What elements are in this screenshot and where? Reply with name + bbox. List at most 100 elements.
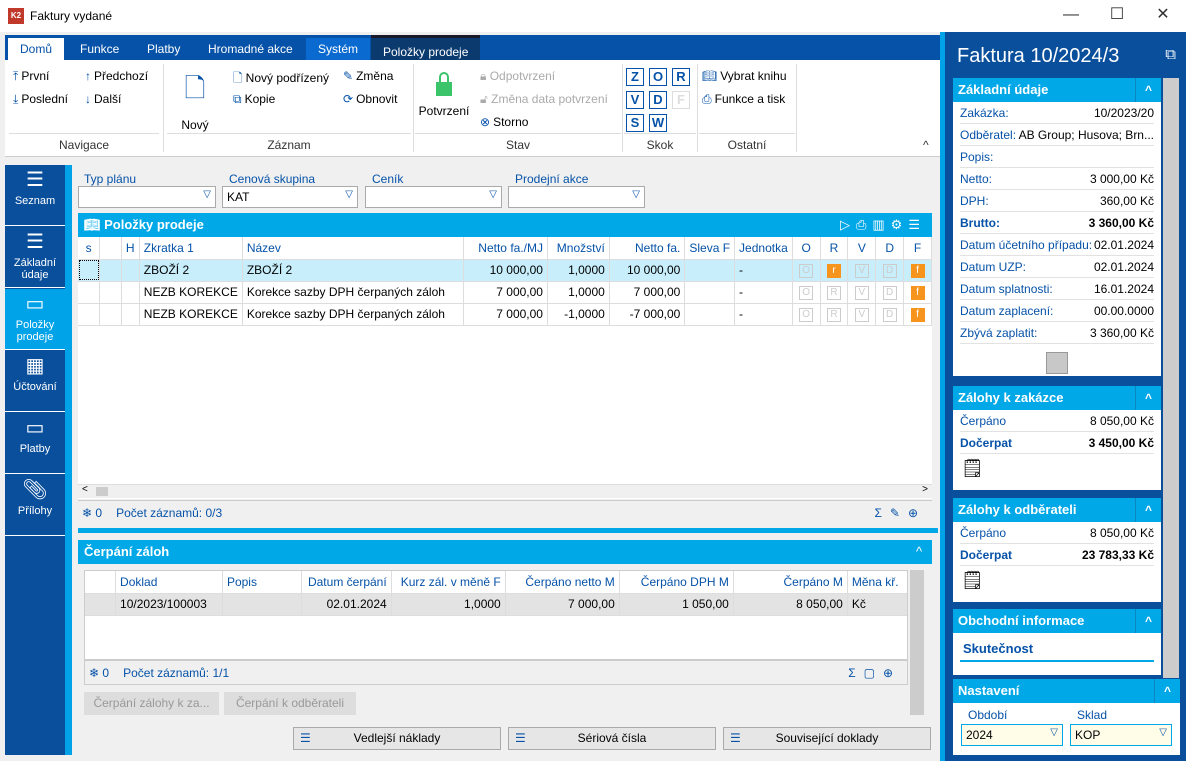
flag-0[interactable]: O bbox=[799, 286, 814, 300]
flag-1[interactable]: R bbox=[826, 308, 841, 322]
jump-z-button[interactable]: Z bbox=[626, 68, 644, 86]
close-button[interactable]: ✕ bbox=[1140, 4, 1186, 28]
confirm-button[interactable]: Potvrzení bbox=[417, 72, 471, 118]
chevron-up-icon[interactable]: ^ bbox=[1135, 386, 1161, 410]
related-documents-button[interactable]: ☰ Související doklady bbox=[723, 727, 931, 750]
tab-hromadne-akce[interactable]: Hromadné akce bbox=[196, 38, 305, 60]
right-panel-scrollbar[interactable] bbox=[1163, 78, 1179, 678]
advance-coins-icon[interactable]: 🗒︎ bbox=[961, 570, 1153, 591]
jump-v-button[interactable]: V bbox=[626, 91, 644, 109]
next-button[interactable]: ↓ Další bbox=[85, 92, 121, 106]
column-header[interactable] bbox=[99, 237, 122, 260]
cenova-skupina-select[interactable]: KAT ▽ bbox=[222, 186, 358, 208]
flag-4[interactable]: f bbox=[910, 308, 925, 322]
flag-0[interactable]: O bbox=[799, 308, 814, 322]
column-header[interactable]: Datum čerpání bbox=[301, 571, 392, 594]
unconfirm-button[interactable]: 🔒︎ Odpotvrzení bbox=[480, 69, 555, 84]
flag-3[interactable]: D bbox=[882, 264, 897, 278]
open-external-icon[interactable]: ⧉ bbox=[1165, 46, 1176, 63]
sidebar-item-platby[interactable]: ▭ Platby bbox=[5, 413, 65, 474]
jump-o-button[interactable]: O bbox=[649, 68, 667, 86]
flag-1[interactable]: R bbox=[826, 286, 841, 300]
sidebar-item-zakladni-udaje[interactable]: ☰ Základní údaje bbox=[5, 227, 65, 288]
column-header[interactable]: H bbox=[121, 237, 140, 260]
table-row[interactable]: ZBOŽÍ 2 ZBOŽÍ 2 10 000,00 1,0000 10 000,00- O… bbox=[78, 259, 932, 282]
typ-planu-select[interactable]: ▽ bbox=[78, 186, 216, 208]
jump-w-button[interactable]: W bbox=[649, 114, 667, 132]
first-button[interactable]: ⤒ První bbox=[13, 69, 49, 84]
cenik-select[interactable]: ▽ bbox=[365, 186, 502, 208]
jump-r-button[interactable]: R bbox=[672, 68, 690, 86]
color-swatch[interactable] bbox=[1046, 352, 1068, 374]
column-header[interactable]: Čerpáno netto M bbox=[505, 571, 620, 594]
flag-2[interactable]: V bbox=[854, 264, 869, 278]
chevron-up-icon[interactable]: ^ bbox=[1154, 679, 1180, 703]
advance-to-order-button[interactable]: Čerpání zálohy k za... bbox=[84, 692, 219, 715]
sklad-select[interactable]: KOP ▽ bbox=[1070, 724, 1172, 746]
choose-book-button[interactable]: 📖︎ Vybrat knihu bbox=[702, 69, 787, 83]
copy-button[interactable]: ⧉ Kopie bbox=[233, 92, 275, 107]
flag-3[interactable]: D bbox=[882, 286, 897, 300]
flag-2[interactable]: V bbox=[854, 286, 869, 300]
advance-coins-icon[interactable]: 🗒︎ bbox=[961, 458, 1153, 479]
change-button[interactable]: ✎ Změna bbox=[343, 69, 393, 83]
column-header[interactable]: R bbox=[820, 237, 849, 260]
sidebar-item-prilohy[interactable]: 📎︎ Přílohy bbox=[5, 475, 65, 536]
tab-domu[interactable]: Domů bbox=[8, 38, 65, 60]
tab-system[interactable]: Systém bbox=[306, 38, 371, 60]
table-row[interactable]: NEZB KOREKCE Korekce sazby DPH čerpaných … bbox=[78, 281, 932, 304]
table-row[interactable]: NEZB KOREKCE Korekce sazby DPH čerpaných … bbox=[78, 303, 932, 326]
flag-4[interactable]: f bbox=[910, 286, 925, 300]
chevron-up-icon[interactable]: ^ bbox=[1135, 78, 1161, 102]
column-header[interactable]: Netto fa. bbox=[609, 237, 686, 260]
flag-3[interactable]: D bbox=[882, 308, 897, 322]
tab-polozky-prodeje[interactable]: Položky prodeje bbox=[371, 35, 481, 60]
jump-s-button[interactable]: S bbox=[626, 114, 644, 132]
column-header[interactable]: Jednotka bbox=[734, 237, 793, 260]
column-header[interactable]: Popis bbox=[222, 571, 303, 594]
print-button[interactable]: ⎙ Funkce a tisk bbox=[702, 92, 785, 107]
column-header[interactable]: F bbox=[903, 237, 932, 260]
tab-platby[interactable]: Platby bbox=[135, 38, 192, 60]
prodejni-akce-select[interactable]: ▽ bbox=[508, 186, 645, 208]
flag-1[interactable]: r bbox=[826, 264, 841, 278]
grid-footer-icons[interactable]: Σ✎⊕ bbox=[874, 501, 926, 526]
column-header[interactable]: Čerpáno M bbox=[733, 571, 848, 594]
serial-numbers-button[interactable]: ☰ Sériová čísla bbox=[508, 727, 716, 750]
refresh-button[interactable]: ⟳ Obnovit bbox=[343, 92, 397, 106]
new-child-button[interactable]: 🗋 Nový podřízený bbox=[233, 69, 329, 90]
column-header[interactable]: Zkratka 1 bbox=[139, 237, 243, 260]
grid-toolbar-icons[interactable]: ▷⎙▥⚙☰ bbox=[840, 213, 926, 237]
column-header[interactable]: Doklad bbox=[115, 571, 223, 594]
minimize-button[interactable]: — bbox=[1048, 4, 1094, 28]
horizontal-scrollbar[interactable]: < > bbox=[78, 484, 932, 498]
jump-f-button[interactable]: F bbox=[672, 91, 690, 109]
flag-4[interactable]: f bbox=[910, 264, 925, 278]
column-header[interactable] bbox=[85, 571, 117, 594]
column-header[interactable]: Netto fa./MJ bbox=[463, 237, 548, 260]
table-row[interactable]: 10/2023/100003 02.01.2024 1,0000 7 000,00 1 … bbox=[85, 593, 907, 616]
advance-to-customer-button[interactable]: Čerpání k odběrateli bbox=[224, 692, 356, 715]
storno-button[interactable]: ⊗ Storno bbox=[480, 115, 528, 129]
column-header[interactable]: Čerpáno DPH M bbox=[619, 571, 734, 594]
column-header[interactable]: Množství bbox=[547, 237, 610, 260]
sidebar-item-seznam[interactable]: ☰ Seznam bbox=[5, 165, 65, 226]
column-header[interactable]: O bbox=[792, 237, 821, 260]
column-header[interactable]: s bbox=[78, 237, 101, 260]
jump-d-button[interactable]: D bbox=[649, 91, 667, 109]
last-button[interactable]: ⤓ Poslední bbox=[13, 92, 68, 107]
vertical-scrollbar[interactable] bbox=[910, 570, 924, 715]
change-confirm-date-button[interactable]: 🔓︎ Změna data potvrzení bbox=[480, 92, 608, 107]
tab-funkce[interactable]: Funkce bbox=[68, 38, 131, 60]
column-header[interactable]: Kurz zál. v měně F bbox=[391, 571, 506, 594]
column-header[interactable]: Sleva F bbox=[684, 237, 736, 260]
flag-0[interactable]: O bbox=[799, 264, 814, 278]
chevron-up-icon[interactable]: ^ bbox=[1135, 498, 1161, 522]
sidebar-item-uctovani[interactable]: ▦ Účtování bbox=[5, 351, 65, 412]
sidebar-item-polozky-prodeje[interactable]: ▭ Položky prodeje bbox=[5, 289, 65, 350]
column-header[interactable]: D bbox=[875, 237, 905, 260]
grid-footer-icons[interactable]: Σ▢⊕ bbox=[848, 661, 901, 686]
obdobi-select[interactable]: 2024 ▽ bbox=[961, 724, 1063, 746]
column-header[interactable]: V bbox=[847, 237, 877, 260]
chevron-up-icon[interactable]: ^ bbox=[1135, 609, 1161, 633]
